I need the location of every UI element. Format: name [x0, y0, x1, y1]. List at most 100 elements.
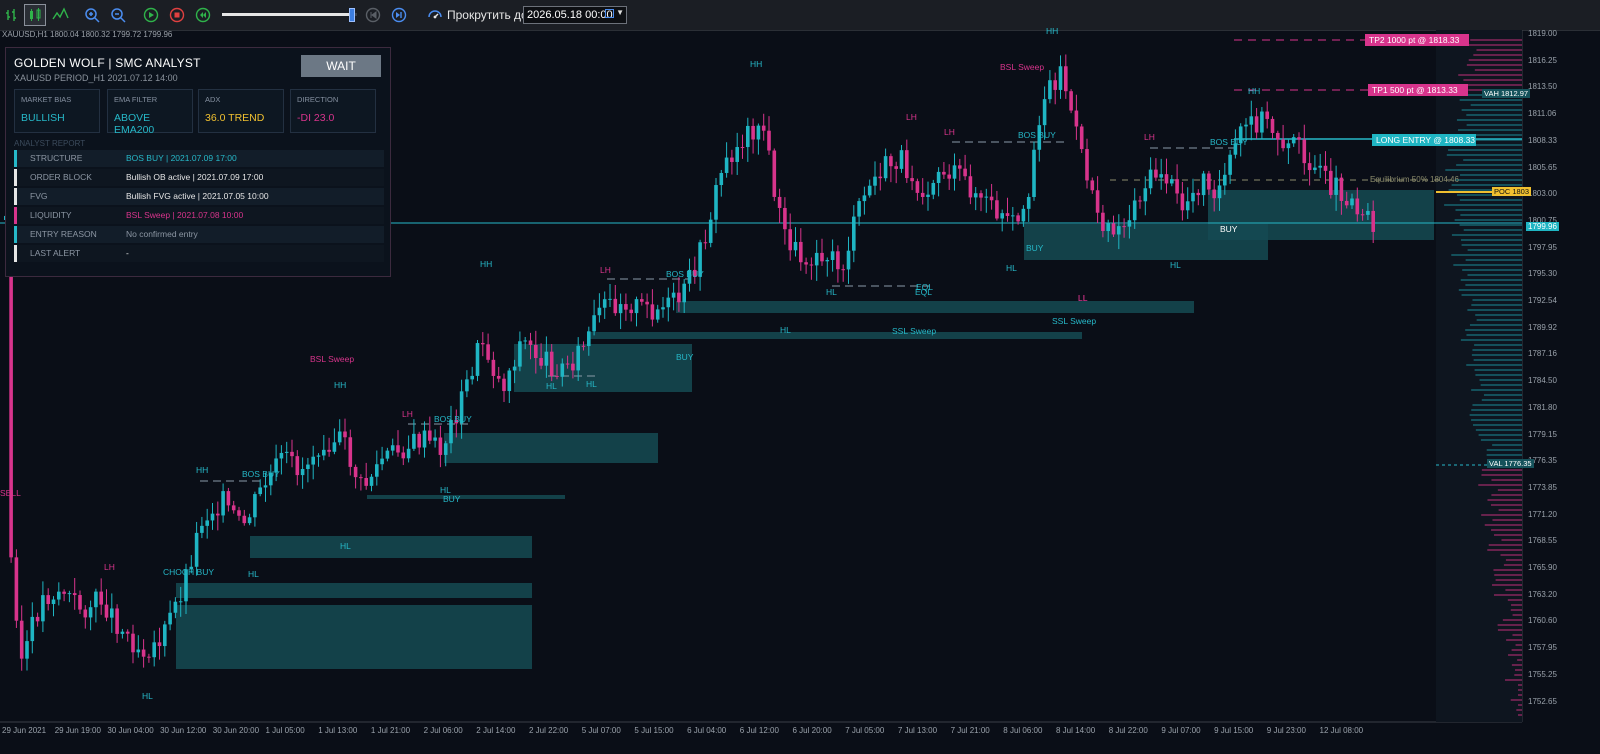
candle-body: [549, 351, 554, 376]
candle-body: [512, 366, 517, 371]
candle-body: [1318, 165, 1322, 168]
candle-body: [1042, 99, 1047, 126]
candle-body: [1064, 66, 1068, 92]
report-row-last-alert: LAST ALERT -: [14, 245, 384, 262]
candle-body: [25, 641, 29, 659]
candle-body: [364, 477, 368, 486]
candle-body: [1329, 170, 1333, 195]
time-tick: 5 Jul 07:00: [581, 726, 621, 735]
candle-body: [35, 616, 40, 622]
price-tick: 1805.65: [1528, 162, 1557, 172]
time-tick: 6 Jul 12:00: [739, 726, 779, 735]
chart-label: BSL Sweep: [1000, 62, 1045, 72]
candle-body: [263, 485, 268, 488]
order-block-zone: [444, 433, 658, 463]
candle-body: [1339, 177, 1344, 201]
candle-body: [194, 532, 199, 567]
candle-body: [528, 340, 533, 345]
candle-body: [931, 182, 936, 195]
candle-body: [979, 193, 983, 198]
candle-body: [995, 200, 999, 219]
candle-body: [412, 433, 416, 449]
candle-body: [724, 157, 729, 173]
candle-body: [417, 433, 421, 448]
report-row-order-block: ORDER BLOCK Bullish OB active | 2021.07.…: [14, 169, 384, 186]
candle-body: [1032, 149, 1036, 198]
candle-body: [94, 591, 98, 608]
candle-body: [115, 608, 119, 634]
candle-body: [481, 343, 485, 345]
candle-body: [337, 431, 342, 443]
candle-body: [475, 343, 480, 376]
report-row-fvg: FVG Bullish FVG active | 2021.07.05 10:0…: [14, 188, 384, 205]
candle-body: [1026, 197, 1031, 209]
candle-body: [258, 487, 262, 495]
candle-body: [284, 451, 289, 453]
chart-label: HH: [1248, 86, 1261, 96]
candle-body: [1201, 173, 1206, 196]
candle-body: [125, 631, 130, 634]
candle-body: [470, 375, 474, 380]
candle-body: [624, 304, 628, 310]
candle-body: [163, 624, 167, 647]
candle-body: [740, 147, 745, 149]
candle-body: [746, 125, 750, 148]
chart-label: BUY: [1220, 224, 1238, 234]
wait-status-button[interactable]: WAIT: [301, 55, 381, 77]
price-tick: 1819.00: [1528, 29, 1557, 38]
candle-body: [14, 557, 19, 621]
candle-body: [873, 176, 877, 186]
candle-body: [67, 593, 72, 595]
candle-body: [661, 307, 665, 310]
candle-body: [131, 633, 135, 653]
chart-label: BUY: [676, 352, 694, 362]
candle-body: [783, 207, 787, 230]
candle-body: [1185, 201, 1190, 211]
candle-body: [1085, 149, 1089, 181]
candle-body: [587, 331, 591, 347]
price-tick: 1797.95: [1528, 242, 1557, 252]
candle-body: [1079, 126, 1084, 150]
smc-analyst-panel: GOLDEN WOLF | SMC ANALYST XAUUSD PERIOD_…: [5, 47, 391, 277]
candle-body: [343, 431, 347, 438]
candle-body: [671, 292, 676, 298]
candle-body: [200, 525, 204, 533]
chart-label: BSL Sweep: [310, 354, 355, 364]
chart-label: HH: [1046, 26, 1059, 36]
candle-body: [645, 301, 649, 305]
chart-label: LH: [104, 562, 115, 572]
candle-body: [385, 450, 390, 459]
order-block-zone: [250, 536, 532, 558]
chart-label: HH: [480, 259, 493, 269]
candle-body: [41, 595, 45, 622]
candle-body: [311, 456, 315, 465]
equilibrium-label: Equilibrium 50% 1804.46: [1370, 175, 1459, 184]
val-tag: VAL 1776.35: [1487, 459, 1534, 468]
candle-body: [496, 375, 501, 379]
chart-label: BOS BUY: [1018, 130, 1056, 140]
candle-body: [253, 494, 257, 518]
time-tick: 29 Jun 2021: [2, 726, 47, 735]
chart-label: BOS BUY: [242, 469, 280, 479]
chart-label: HL: [826, 287, 837, 297]
candle-body: [57, 591, 61, 600]
candle-body: [1249, 116, 1254, 125]
candle-body: [51, 599, 56, 605]
candle-body: [78, 595, 82, 610]
candle-body: [1175, 179, 1179, 194]
candle-body: [650, 304, 655, 320]
candle-body: [1207, 173, 1211, 190]
candle-body: [1005, 213, 1010, 216]
candle-body: [730, 157, 734, 162]
price-tick: 1789.92: [1528, 322, 1557, 332]
candle-body: [1302, 139, 1307, 164]
candle-body: [88, 607, 93, 618]
candle-body: [157, 642, 162, 647]
order-block-zone: [1208, 190, 1434, 240]
time-tick: 8 Jul 14:00: [1056, 726, 1096, 735]
candle-body: [565, 363, 570, 365]
candle-body: [231, 505, 236, 511]
candle-body: [168, 612, 172, 625]
candle-body: [1217, 185, 1222, 199]
candle-body: [226, 491, 231, 506]
